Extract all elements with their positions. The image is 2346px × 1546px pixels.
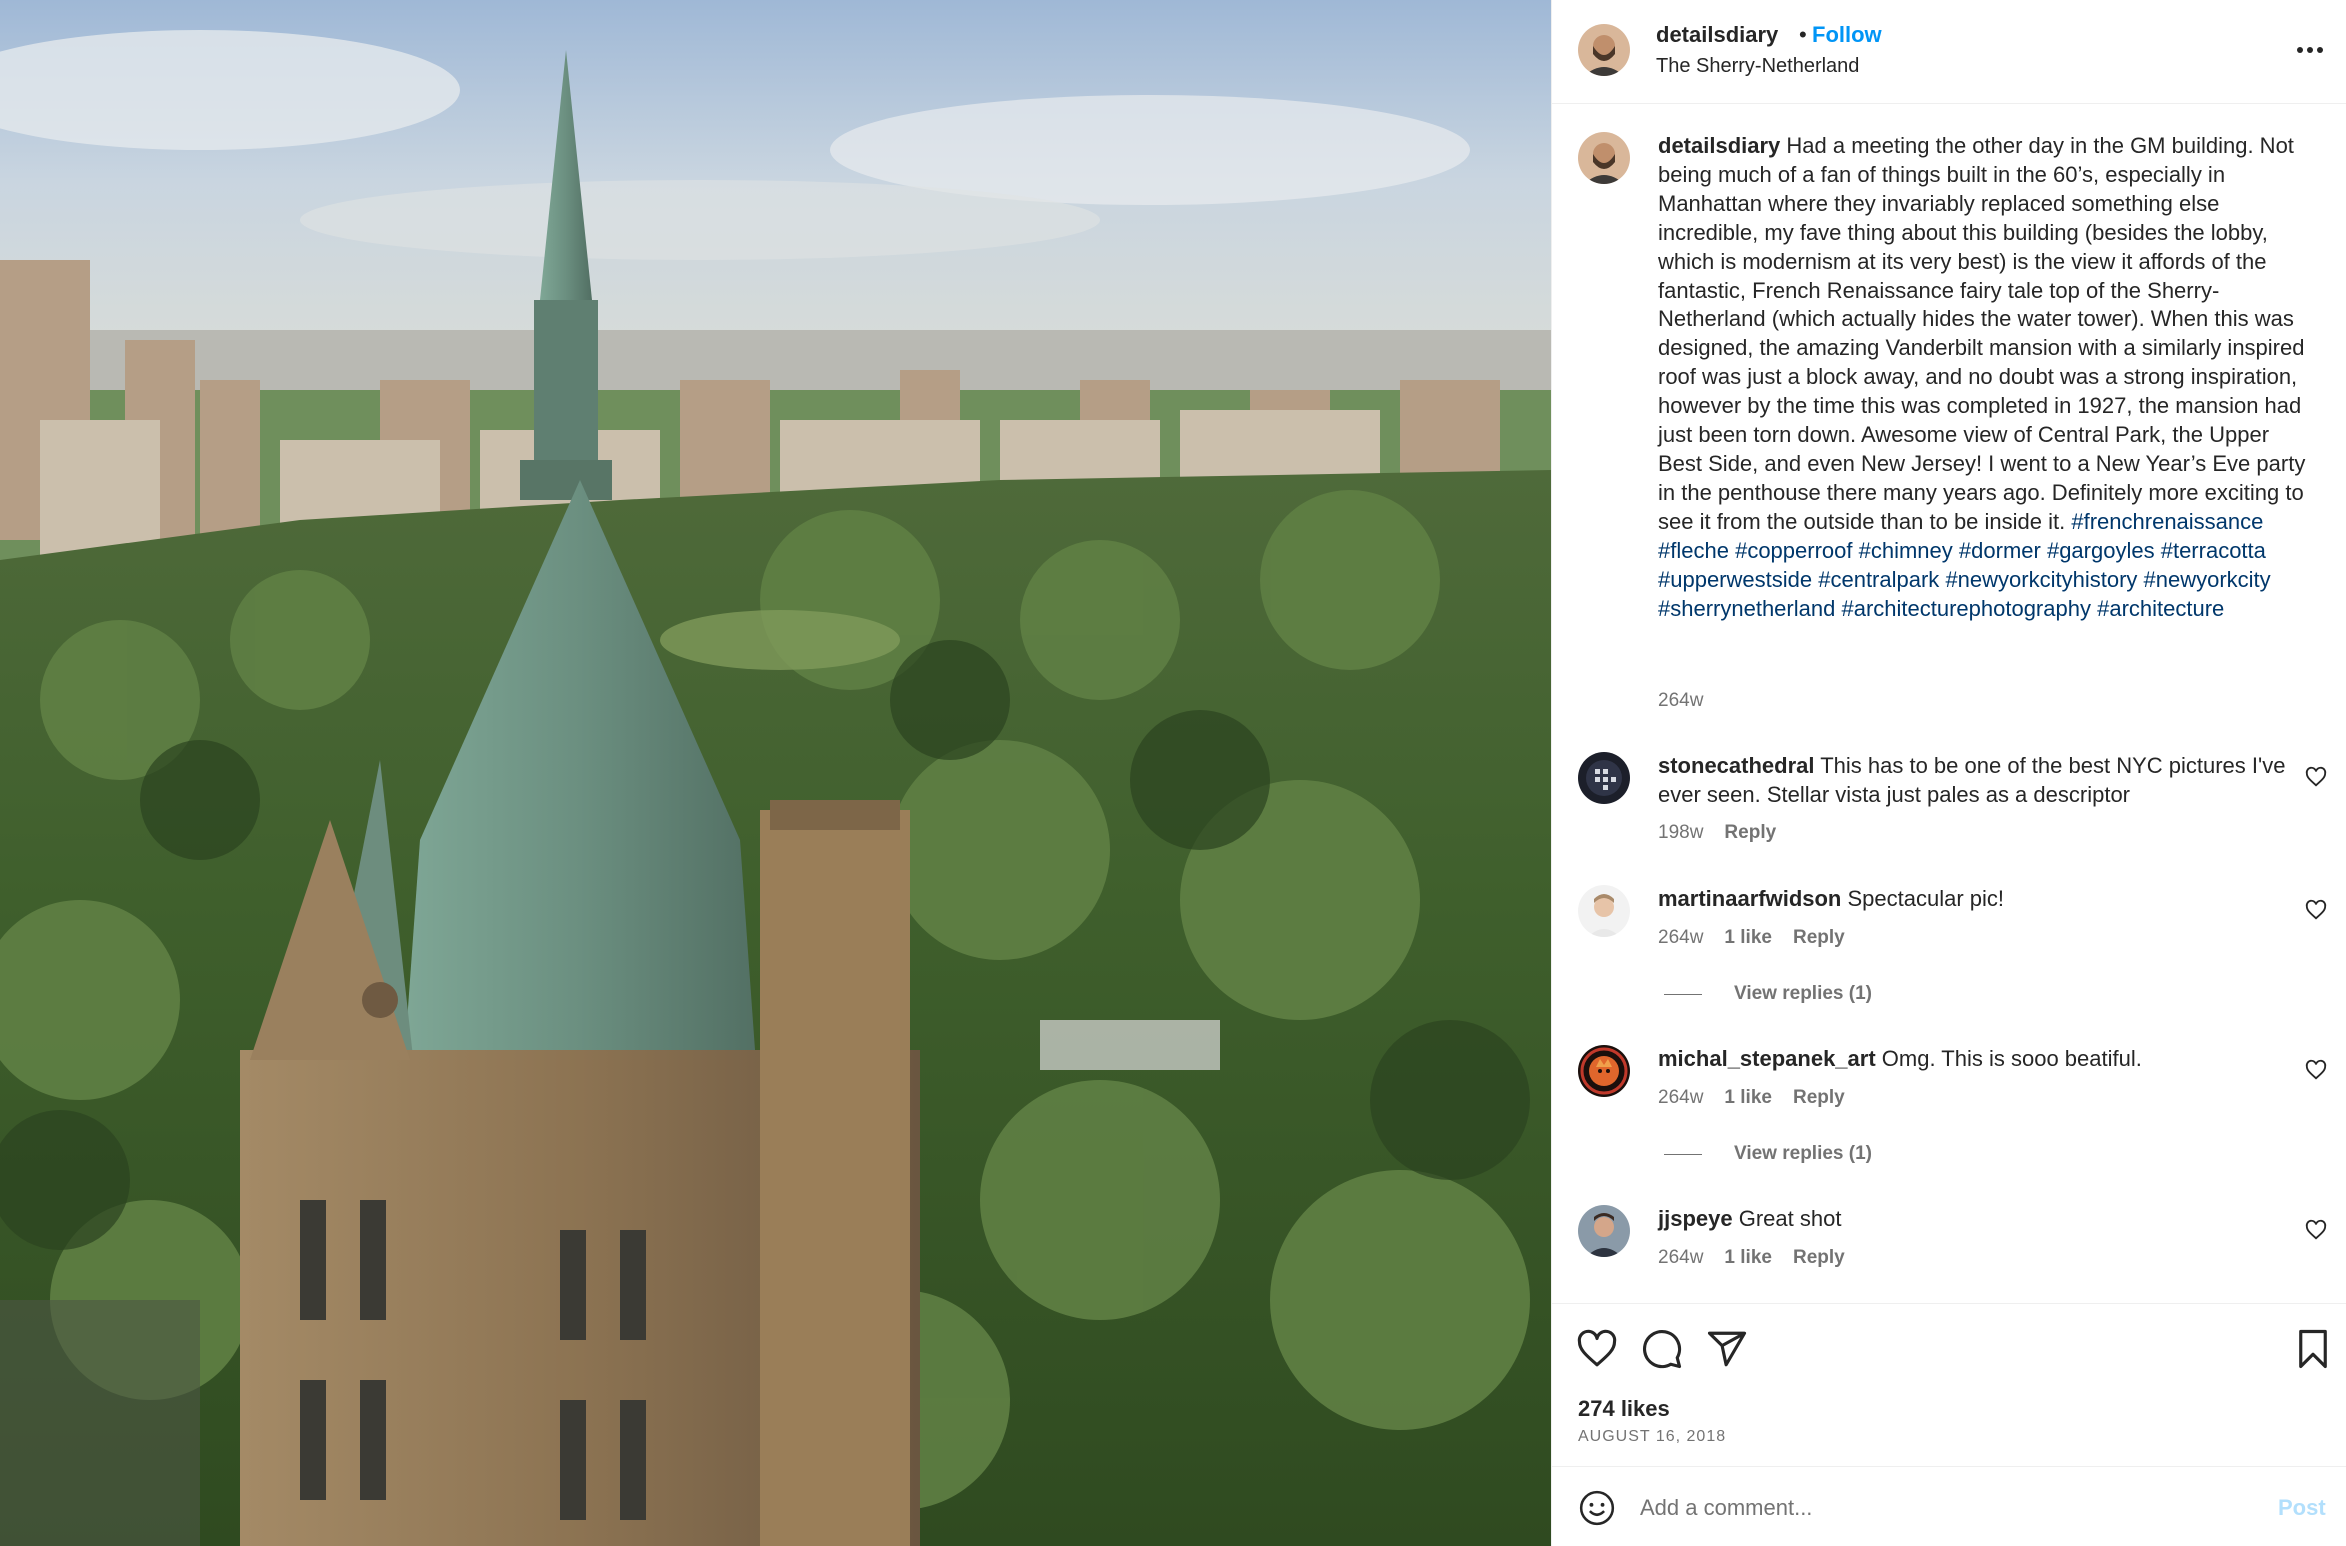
hashtag-link[interactable]: #terracotta	[2161, 538, 2266, 563]
author-avatar[interactable]	[1578, 24, 1630, 76]
comment-timestamp[interactable]: 264w	[1658, 1087, 1703, 1109]
comment-like-heart-icon[interactable]	[2305, 899, 2327, 921]
comment-like-heart-icon[interactable]	[2305, 1059, 2327, 1081]
caption-username[interactable]: detailsdiary	[1658, 133, 1780, 158]
heart-icon[interactable]	[1576, 1328, 1618, 1370]
follow-button[interactable]: Follow	[1812, 22, 1882, 48]
comment-text: stonecathedral This has to be one of the…	[1658, 752, 2298, 810]
hashtag-link[interactable]: #chimney	[1859, 538, 1953, 563]
comment-body: Omg. This is sooo beatiful.	[1881, 1046, 2142, 1071]
view-replies-line	[1664, 993, 1702, 995]
view-replies-label: View replies (1)	[1734, 1143, 1872, 1164]
comment-text: michal_stepanek_art Omg. This is sooo be…	[1658, 1045, 2298, 1074]
comment-timestamp[interactable]: 198w	[1658, 822, 1703, 844]
emoji-icon[interactable]	[1578, 1489, 1616, 1527]
hashtag-link[interactable]: #architecture	[2097, 596, 2224, 621]
reply-button[interactable]: Reply	[1793, 1247, 1845, 1269]
bookmark-icon[interactable]	[2292, 1328, 2334, 1370]
commenter-avatar[interactable]	[1578, 752, 1630, 804]
commenter-avatar[interactable]	[1578, 885, 1630, 937]
hashtag-link[interactable]: #copperroof	[1735, 538, 1852, 563]
add-comment-bar: Post	[1552, 1466, 2346, 1546]
post-actions: 274 likes AUGUST 16, 2018 Post	[1552, 1303, 2346, 1546]
view-replies-button[interactable]: View replies (1)	[1664, 983, 1872, 1005]
caption-body: Had a meeting the other day in the GM bu…	[1658, 133, 2306, 534]
post-sidebar: detailsdiary • Follow The Sherry-Netherl…	[1551, 0, 2346, 1546]
comment-timestamp[interactable]: 264w	[1658, 927, 1703, 949]
hashtag-link[interactable]: #fleche	[1658, 538, 1729, 563]
comment-like-count[interactable]: 1 like	[1724, 927, 1772, 949]
comment-meta: 264w 1 like Reply	[1658, 927, 1845, 949]
comment-input[interactable]	[1640, 1487, 2240, 1529]
commenter-avatar[interactable]	[1578, 1045, 1630, 1097]
comment-username[interactable]: jjspeye	[1658, 1206, 1733, 1231]
comment-username[interactable]: martinaarfwidson	[1658, 886, 1841, 911]
hashtag-link[interactable]: #dormer	[1959, 538, 2041, 563]
more-options-icon[interactable]	[2290, 26, 2330, 66]
hashtag-link[interactable]: #frenchrenaissance	[2071, 509, 2263, 534]
caption-author-avatar[interactable]	[1578, 132, 1630, 184]
comment-body: Great shot	[1738, 1206, 1842, 1231]
post-header: detailsdiary • Follow The Sherry-Netherl…	[1552, 0, 2346, 104]
hashtag-link[interactable]: #upperwestside	[1658, 567, 1812, 592]
separator-dot: •	[1799, 22, 1807, 47]
caption-text: detailsdiary Had a meeting the other day…	[1658, 132, 2318, 623]
comment-body: Spectacular pic!	[1847, 886, 2005, 911]
comment-text: jjspeye Great shot	[1658, 1205, 2298, 1234]
reply-button[interactable]: Reply	[1793, 927, 1845, 949]
view-replies-button[interactable]: View replies (1)	[1664, 1143, 1872, 1165]
comment-like-heart-icon[interactable]	[2305, 1219, 2327, 1241]
comment-like-heart-icon[interactable]	[2305, 766, 2327, 788]
comment-meta: 264w 1 like Reply	[1658, 1087, 1845, 1109]
comment-meta: 198w Reply	[1658, 822, 1776, 844]
view-replies-label: View replies (1)	[1734, 983, 1872, 1004]
location-link[interactable]: The Sherry-Netherland	[1656, 55, 1859, 78]
comment-meta: 264w 1 like Reply	[1658, 1247, 1845, 1269]
comment-username[interactable]: michal_stepanek_art	[1658, 1046, 1876, 1071]
post-date[interactable]: AUGUST 16, 2018	[1578, 1428, 1726, 1446]
hashtag-link[interactable]: #architecturephotography	[1841, 596, 2091, 621]
hashtag-link[interactable]: #newyorkcityhistory	[1945, 567, 2137, 592]
comment-like-count[interactable]: 1 like	[1724, 1247, 1772, 1269]
author-username[interactable]: detailsdiary	[1656, 22, 1778, 48]
reply-button[interactable]: Reply	[1724, 822, 1776, 844]
sherry-netherland-aerial-image	[0, 0, 1551, 1546]
post-photo	[0, 0, 1551, 1546]
view-replies-line	[1664, 1153, 1702, 1155]
hashtag-link[interactable]: #centralpark	[1818, 567, 1939, 592]
comment-icon[interactable]	[1641, 1328, 1683, 1370]
commenter-avatar[interactable]	[1578, 1205, 1630, 1257]
caption-timestamp[interactable]: 264w	[1658, 690, 1703, 712]
comment-like-count[interactable]: 1 like	[1724, 1087, 1772, 1109]
comment-username[interactable]: stonecathedral	[1658, 753, 1815, 778]
hashtag-link[interactable]: #gargoyles	[2047, 538, 2155, 563]
reply-button[interactable]: Reply	[1793, 1087, 1845, 1109]
post-comment-button[interactable]: Post	[2278, 1495, 2326, 1521]
comment-text: martinaarfwidson Spectacular pic!	[1658, 885, 2298, 914]
like-count[interactable]: 274 likes	[1578, 1396, 1670, 1422]
hashtag-link[interactable]: #sherrynetherland	[1658, 596, 1835, 621]
send-icon[interactable]	[1706, 1328, 1748, 1370]
hashtag-link[interactable]: #newyorkcity	[2144, 567, 2271, 592]
comment-timestamp[interactable]: 264w	[1658, 1247, 1703, 1269]
